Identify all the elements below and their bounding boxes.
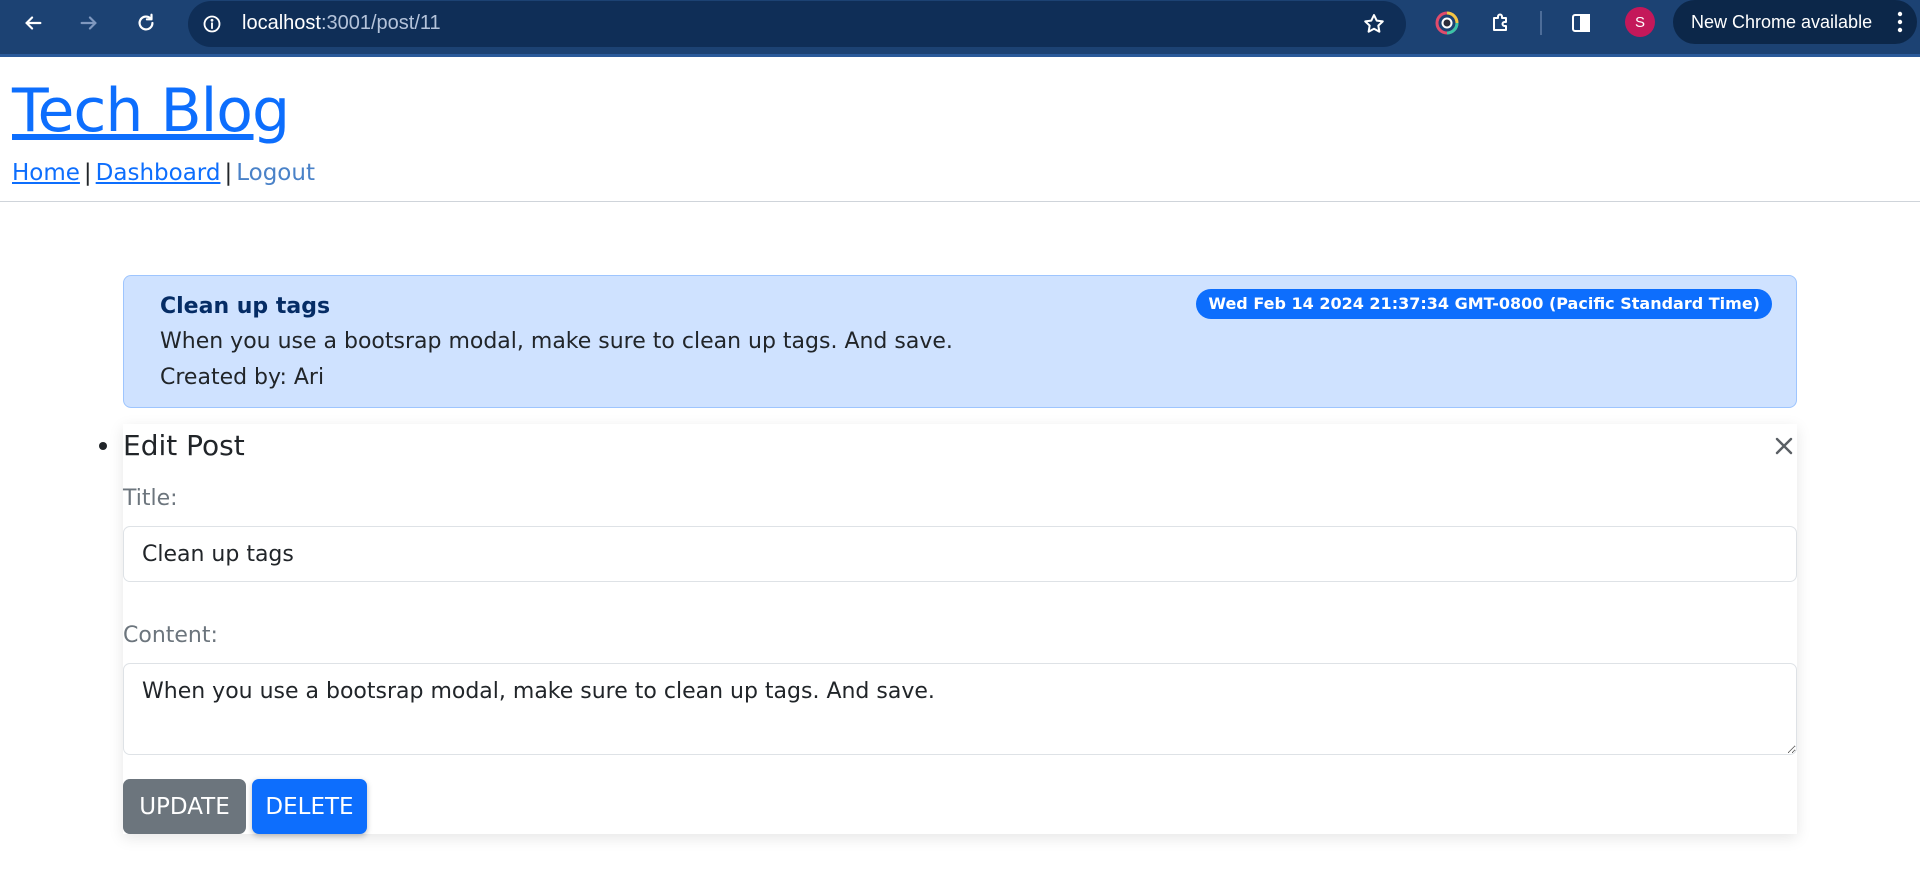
side-panel-icon[interactable]: [1565, 7, 1597, 39]
update-chip-label: New Chrome available: [1691, 11, 1873, 32]
url-path: :3001/post/11: [320, 12, 441, 34]
url-text[interactable]: localhost:3001/post/11: [242, 11, 441, 35]
post-date-badge: Wed Feb 14 2024 21:37:34 GMT-0800 (Pacif…: [1196, 289, 1772, 319]
toolbar-divider: [1540, 11, 1542, 35]
star-icon[interactable]: [1360, 10, 1388, 38]
puzzle-icon[interactable]: [1485, 7, 1517, 39]
browser-toolbar: localhost:3001/post/11 S New Chrome avai…: [0, 0, 1920, 57]
title-input[interactable]: [123, 526, 1797, 582]
back-icon[interactable]: [16, 6, 50, 40]
nav-home-link[interactable]: Home: [12, 160, 80, 186]
address-bar[interactable]: localhost:3001/post/11: [188, 1, 1406, 47]
post-content: When you use a bootsrap modal, make sure…: [160, 329, 953, 354]
list-bullet: [99, 442, 107, 450]
post-card: Clean up tags When you use a bootsrap mo…: [123, 275, 1797, 408]
reload-icon[interactable]: [129, 6, 163, 40]
update-button[interactable]: UPDATE: [123, 779, 246, 834]
content-label: Content:: [123, 623, 218, 648]
post-title: Clean up tags: [160, 294, 331, 319]
edit-post-heading: Edit Post: [123, 429, 245, 462]
close-icon[interactable]: [1770, 432, 1798, 460]
post-author: Created by: Ari: [160, 365, 325, 390]
site-nav: Home | Dashboard | Logout: [12, 158, 315, 188]
nav-separator: |: [224, 160, 233, 186]
delete-button[interactable]: DELETE: [252, 779, 367, 834]
url-host: localhost: [242, 12, 321, 34]
edit-post-panel: [123, 424, 1797, 834]
profile-avatar[interactable]: S: [1625, 7, 1655, 37]
content-textarea[interactable]: When you use a bootsrap modal, make sure…: [123, 663, 1797, 755]
nav-separator: |: [83, 160, 92, 186]
more-vert-icon: [1897, 11, 1903, 33]
site-title-link[interactable]: Tech Blog: [12, 76, 290, 146]
title-label: Title:: [123, 486, 178, 511]
new-chrome-available-button[interactable]: New Chrome available: [1673, 0, 1917, 44]
nav-logout-link[interactable]: Logout: [236, 160, 315, 186]
info-icon[interactable]: [198, 10, 226, 38]
nav-dashboard-link[interactable]: Dashboard: [96, 160, 221, 186]
header-divider: [0, 201, 1920, 202]
color-extension-icon[interactable]: [1431, 7, 1463, 39]
forward-icon[interactable]: [72, 6, 106, 40]
